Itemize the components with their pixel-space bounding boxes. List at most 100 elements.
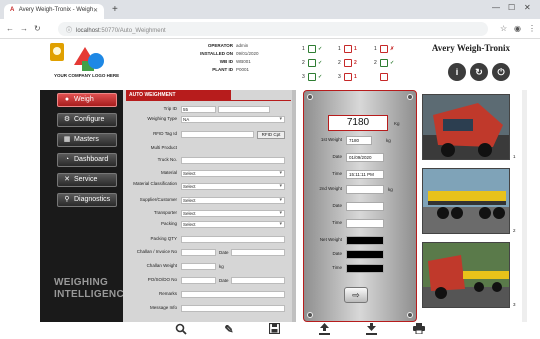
material-label: Material bbox=[160, 170, 177, 175]
transporter-label: Transporter bbox=[153, 210, 177, 215]
second-time-input[interactable] bbox=[346, 219, 384, 228]
screw-icon bbox=[407, 312, 413, 318]
packing-row: Packing Select bbox=[123, 221, 296, 230]
screw-icon bbox=[307, 94, 313, 100]
message-input[interactable] bbox=[181, 305, 285, 312]
form-scrollbar[interactable] bbox=[292, 90, 296, 322]
first-time-input[interactable]: 15:11:11 PM bbox=[346, 170, 384, 179]
camera-photo[interactable] bbox=[422, 242, 510, 308]
maximize-icon[interactable]: ☐ bbox=[508, 3, 515, 12]
browser-tab[interactable]: A Avery Weigh-Tronix - Weigh ✕ bbox=[4, 4, 104, 19]
download-icon[interactable] bbox=[363, 323, 379, 337]
rfid-capture-button[interactable]: RFID Cpt bbox=[257, 131, 285, 139]
second-date-input[interactable] bbox=[346, 202, 384, 211]
net-weight-label: Net Weight bbox=[319, 237, 342, 242]
sidebar-item-diagnostics[interactable]: ⚲ Diagnostics bbox=[57, 193, 117, 207]
reload-icon[interactable]: ↻ bbox=[34, 24, 41, 33]
status-check-icon: 1 bbox=[354, 74, 357, 80]
url-field[interactable]: ⓘ localhost:50770/Auto_Weighment bbox=[58, 22, 488, 36]
weigh-icon: ● bbox=[64, 96, 70, 103]
close-tab-icon[interactable]: ✕ bbox=[93, 7, 98, 14]
sidebar-item-label: Diagnostics bbox=[74, 196, 111, 203]
packing-select[interactable]: Select bbox=[181, 221, 285, 228]
first-weight-label: 1st Weight bbox=[320, 137, 342, 142]
forward-icon[interactable]: → bbox=[20, 24, 28, 33]
remarks-input[interactable] bbox=[181, 291, 285, 298]
challan-weight-input[interactable] bbox=[181, 263, 216, 270]
material-row: Material Select bbox=[123, 170, 296, 179]
truck-no-row: Truck No. bbox=[123, 157, 296, 166]
first-date-label: Date bbox=[332, 154, 342, 159]
save-icon[interactable] bbox=[266, 322, 282, 337]
camera-photo[interactable] bbox=[422, 94, 510, 160]
indicator-row: 1 ✓ 1 1 1 ✗ bbox=[302, 42, 412, 56]
camera-photo[interactable] bbox=[422, 168, 510, 234]
trip-id-input[interactable]: 55 bbox=[181, 106, 216, 113]
bottom-toolbar: ✎ bbox=[0, 322, 540, 339]
logout-button-icon[interactable]: ⏻ bbox=[492, 63, 510, 81]
supplier-select[interactable]: Select bbox=[181, 197, 285, 204]
challan-input[interactable] bbox=[181, 249, 216, 256]
first-date-input[interactable]: 01/09/2020 bbox=[346, 153, 384, 162]
indicator-group: 2 ✓ bbox=[374, 59, 410, 67]
window-close-icon[interactable]: ✕ bbox=[524, 3, 531, 12]
status-indicators: 1 ✓ 1 1 1 ✗ 2 ✓ 2 2 2 ✓ 3 ✓ 3 1 bbox=[302, 42, 412, 84]
po-date-input[interactable] bbox=[231, 277, 285, 284]
trip-id-label: Trip ID bbox=[163, 106, 177, 111]
print-icon[interactable] bbox=[411, 323, 427, 337]
back-icon[interactable]: ← bbox=[6, 24, 14, 33]
indicator-row: 2 ✓ 2 2 2 ✓ bbox=[302, 56, 412, 70]
minimize-icon[interactable]: — bbox=[492, 3, 500, 12]
sidebar-item-service[interactable]: ✕ Service bbox=[57, 173, 117, 187]
net-date-label: Date bbox=[332, 251, 342, 256]
bookmark-star-icon[interactable]: ☆ bbox=[500, 24, 507, 33]
material-class-select[interactable]: Select bbox=[181, 183, 285, 190]
po-input[interactable] bbox=[181, 277, 216, 284]
info-button-icon[interactable]: i bbox=[448, 63, 466, 81]
truck-go-icon[interactable]: ⇨ bbox=[344, 287, 368, 303]
photos-scrollbar[interactable] bbox=[522, 90, 527, 322]
upload-icon[interactable] bbox=[316, 323, 332, 337]
menu-kebab-icon[interactable]: ⋮ bbox=[528, 24, 536, 33]
plantid-row: PLANT ID P0001 bbox=[186, 66, 259, 74]
packing-qty-input[interactable] bbox=[181, 236, 285, 243]
weighing-type-select[interactable]: NA bbox=[181, 116, 285, 123]
rfid-input[interactable] bbox=[181, 131, 254, 138]
sidebar-item-configure[interactable]: ⚙ Configure bbox=[57, 113, 117, 127]
device-icon bbox=[308, 45, 316, 53]
search-icon[interactable] bbox=[173, 323, 189, 337]
info-label: PLANT ID bbox=[212, 67, 233, 72]
refresh-button-icon[interactable]: ↻ bbox=[470, 63, 488, 81]
first-weight-input[interactable]: 7180 bbox=[346, 136, 372, 145]
operator-row: OPERATOR admin bbox=[186, 42, 259, 50]
app-header: YOUR COMPANY LOGO HERE OPERATOR admin INS… bbox=[40, 39, 510, 90]
rfid-label: RFID Tag Id bbox=[153, 131, 177, 136]
sidebar-item-weigh[interactable]: ● Weigh bbox=[57, 93, 117, 107]
sidebar-item-masters[interactable]: ▦ Masters bbox=[57, 133, 117, 147]
download-icon-svg bbox=[365, 323, 377, 335]
challan-date-input[interactable] bbox=[231, 249, 285, 256]
account-icon[interactable]: ◉ bbox=[514, 24, 521, 33]
trip-id-extra-input[interactable] bbox=[218, 106, 270, 113]
second-weight-row: 2nd Weight kg bbox=[304, 185, 418, 195]
logo-circle bbox=[88, 53, 104, 69]
address-bar: ← → ↻ ⓘ localhost:50770/Auto_Weighment ☆ … bbox=[0, 19, 540, 39]
second-weight-input[interactable] bbox=[346, 185, 384, 194]
transporter-select[interactable]: Select bbox=[181, 210, 285, 217]
info-icon[interactable]: ⓘ bbox=[66, 28, 72, 34]
truck-no-label: Truck No. bbox=[157, 157, 177, 162]
new-tab-icon[interactable]: + bbox=[112, 4, 118, 15]
first-time-label: Time bbox=[332, 171, 342, 176]
material-select[interactable]: Select bbox=[181, 170, 285, 177]
sidebar-item-dashboard[interactable]: ◔ Dashboard bbox=[57, 153, 117, 167]
edit-icon[interactable]: ✎ bbox=[221, 323, 237, 337]
weight-panel: 7180 Kg 1st Weight 7180 kg Date 01/09/20… bbox=[303, 90, 417, 322]
company-logo: YOUR COMPANY LOGO HERE bbox=[40, 41, 130, 81]
status-check-icon: 1 bbox=[354, 46, 357, 52]
challan-weight-row: Challan Weight kg bbox=[123, 263, 296, 272]
net-time-label: Time bbox=[332, 265, 342, 270]
packing-label: Packing bbox=[160, 221, 177, 226]
printer-icon-svg bbox=[413, 323, 425, 335]
first-weight-unit: kg bbox=[386, 138, 391, 143]
truck-no-input[interactable] bbox=[181, 157, 285, 164]
